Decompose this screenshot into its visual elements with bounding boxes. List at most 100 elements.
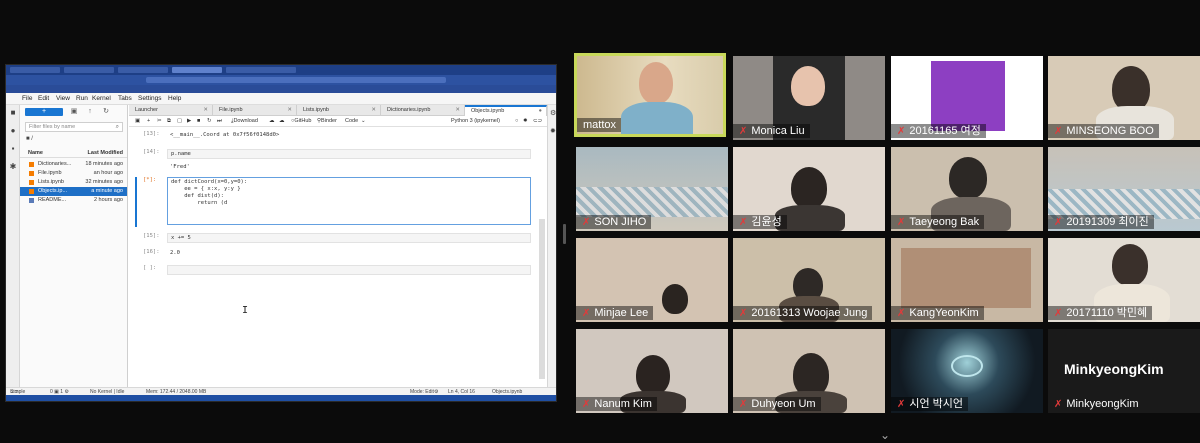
video-tile[interactable]: ✗ MINSEONG BOO [1048, 56, 1200, 140]
participant-name-label: ✗ KangYeonKim [891, 306, 984, 320]
cell-code[interactable] [167, 265, 531, 275]
tab-launcher[interactable]: Launcher ✕ [129, 105, 213, 116]
column-last-modified[interactable]: Last Modified [88, 150, 123, 156]
fast-forward-icon[interactable]: ⏭ [217, 116, 222, 127]
cell-type-select[interactable]: Code [345, 116, 358, 127]
menu-help[interactable]: Help [168, 95, 181, 102]
breadcrumb-folder-icon[interactable]: ■ / [26, 136, 33, 142]
restart-icon[interactable]: ↻ [207, 116, 212, 127]
cloud-upload-icon[interactable]: ☁ [279, 116, 285, 127]
video-tile[interactable]: ✗ 시언 박시언 [891, 329, 1043, 413]
cell-output: 'Fred' [170, 164, 190, 170]
running-icon[interactable]: ● [9, 127, 17, 135]
scrollbar[interactable] [539, 219, 545, 379]
file-row[interactable]: File.ipynb an hour ago [20, 169, 127, 178]
close-icon[interactable]: ✕ [287, 105, 292, 116]
participant-name-label: ✗ Duhyeon Um [733, 397, 821, 411]
column-name[interactable]: Name [28, 150, 43, 156]
split-handle[interactable] [563, 224, 566, 244]
property-inspector-icon[interactable]: ⚙ [550, 109, 556, 117]
cell-code[interactable]: p.name [167, 149, 531, 159]
copy-icon[interactable]: ⧉ [167, 116, 171, 127]
file-row[interactable]: Lists.ipynb 32 minutes ago [20, 178, 127, 187]
video-tile[interactable]: ✗ 20191309 최이진 [1048, 147, 1200, 231]
file-row-selected[interactable]: Objects.ip... a minute ago [20, 187, 127, 196]
video-tile[interactable]: ✗ 20161313 Woojae Jung [733, 238, 885, 322]
cloud-icon[interactable]: ☁ [269, 116, 275, 127]
participant-face [791, 66, 825, 106]
muted-mic-icon: ✗ [1054, 217, 1063, 228]
notebook-cell[interactable]: [15]: x += 5 [129, 233, 539, 245]
notebook-cell[interactable]: [13]: <__main__.Coord at 0x7f56f0148d0> [129, 131, 539, 143]
notebook-cell[interactable]: [14]: p.name [129, 149, 539, 161]
video-tile[interactable]: ✗ Monica Liu [733, 56, 885, 140]
menu-file[interactable]: File [22, 95, 32, 102]
menu-view[interactable]: View [56, 95, 70, 102]
new-launcher-button[interactable]: + [25, 108, 63, 116]
debug-icon[interactable]: ✹ [523, 116, 528, 127]
file-modified: a minute ago [91, 188, 123, 194]
browser-tab[interactable] [10, 67, 60, 73]
chevron-down-icon[interactable]: ⌄ [880, 428, 890, 442]
video-tile[interactable]: ✗ Nanum Kim [576, 329, 728, 413]
browser-tab[interactable] [118, 67, 168, 73]
binder-button[interactable]: ⚲ Binder [317, 116, 337, 127]
menu-run[interactable]: Run [76, 95, 88, 102]
close-icon[interactable]: ✕ [203, 105, 208, 116]
tab-lists[interactable]: Lists.ipynb ✕ [297, 105, 381, 116]
video-tile[interactable]: ✗ Minjae Lee [576, 238, 728, 322]
close-icon[interactable]: ✕ [371, 105, 376, 116]
notebook-cell[interactable]: [16]: 2.0 [129, 249, 539, 261]
tab-objects[interactable]: Objects.ipynb ● [465, 105, 547, 116]
chevron-down-icon[interactable]: ⌄ [361, 116, 366, 127]
video-tile[interactable]: ✗ Taeyeong Bak [891, 147, 1043, 231]
browser-tab[interactable] [64, 67, 114, 73]
video-tile[interactable]: ✗ 20171110 박민혜 [1048, 238, 1200, 322]
debugger-icon[interactable]: ✹ [550, 127, 556, 135]
file-row[interactable]: Dictionaries... 18 minutes ago [20, 160, 127, 169]
filter-files-input[interactable]: Filter files by name ⌕ [25, 122, 123, 132]
tab-dictionaries[interactable]: Dictionaries.ipynb ✕ [381, 105, 465, 116]
run-icon[interactable]: ▶ [187, 116, 191, 127]
close-icon[interactable]: ✕ [455, 105, 460, 116]
github-button[interactable]: ○ GitHub [291, 116, 311, 127]
close-icon[interactable]: ● [539, 107, 542, 116]
cell-code[interactable]: x += 5 [167, 233, 531, 243]
participant-video [901, 248, 1031, 308]
toggle-icon[interactable]: ⊂⊃ [533, 116, 542, 127]
download-button[interactable]: ⤓ Download [231, 116, 258, 127]
save-icon[interactable]: ▣ [135, 116, 140, 127]
upload-icon[interactable]: ↑ [86, 108, 94, 116]
participant-name-label: ✗ MinkyeongKim [1054, 398, 1139, 410]
participant-name-label: ✗ 20171110 박민혜 [1048, 306, 1153, 320]
folder-icon[interactable]: ■ [9, 109, 17, 117]
commands-icon[interactable]: ▪ [9, 145, 17, 153]
video-tile[interactable]: ✗ SON JIHO [576, 147, 728, 231]
browser-tab[interactable] [172, 67, 222, 73]
stop-icon[interactable]: ■ [197, 116, 200, 127]
menu-kernel[interactable]: Kernel [92, 95, 111, 102]
video-tile[interactable]: ✗ 김윤성 [733, 147, 885, 231]
url-input[interactable] [146, 77, 446, 83]
cell-code[interactable]: def dictCoord(x=0,y=0): ee = { x:x, y:y … [167, 177, 531, 225]
video-tile[interactable]: ✗ 20161165 여정 [891, 56, 1043, 140]
menu-tabs[interactable]: Tabs [118, 95, 132, 102]
add-cell-icon[interactable]: + [147, 116, 150, 127]
paste-icon[interactable]: ▢ [177, 116, 182, 127]
notebook-cell[interactable]: [ ]: [129, 265, 539, 277]
browser-tab[interactable] [226, 67, 296, 73]
new-folder-icon[interactable]: ▣ [70, 108, 78, 116]
menu-settings[interactable]: Settings [138, 95, 162, 102]
cut-icon[interactable]: ✂ [157, 116, 162, 127]
video-tile[interactable]: ✗ Duhyeon Um [733, 329, 885, 413]
menu-edit[interactable]: Edit [38, 95, 49, 102]
video-tile[interactable]: ✗ KangYeonKim [891, 238, 1043, 322]
notebook-cell-active[interactable]: [*]: def dictCoord(x=0,y=0): ee = { x:x,… [129, 177, 539, 227]
tab-file[interactable]: File.ipynb ✕ [213, 105, 297, 116]
extension-icon[interactable]: ✱ [9, 163, 17, 171]
file-name: File.ipynb [38, 170, 62, 176]
refresh-icon[interactable]: ↻ [102, 108, 110, 116]
kernel-name[interactable]: Python 3 (ipykernel) [451, 116, 500, 127]
file-row[interactable]: README... 2 hours ago [20, 196, 127, 205]
video-tile[interactable]: mattox [574, 53, 726, 137]
